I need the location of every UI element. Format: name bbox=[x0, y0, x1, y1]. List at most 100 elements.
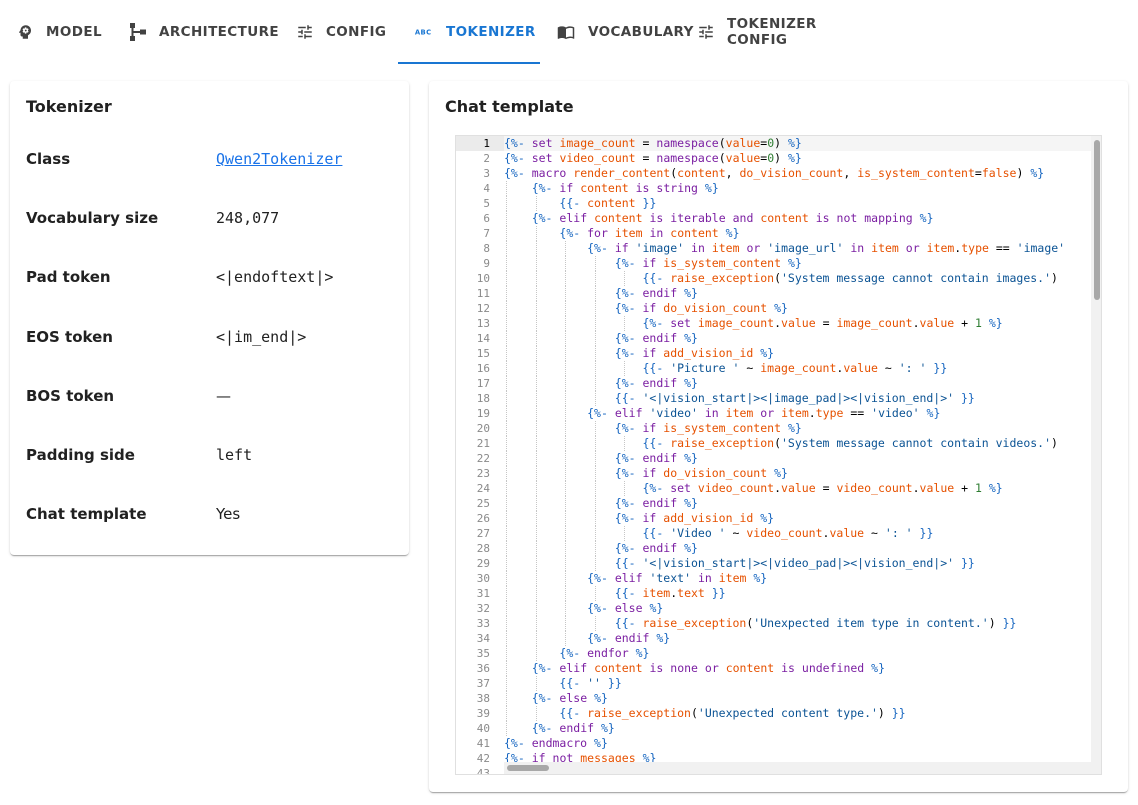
indent-guide bbox=[594, 586, 596, 601]
code-line: {{- raise_exception('Unexpected item typ… bbox=[504, 616, 1092, 631]
code-content[interactable]: {%- set image_count = namespace(value=0)… bbox=[504, 136, 1092, 764]
indent-guide bbox=[565, 571, 567, 586]
indent-guide bbox=[535, 301, 537, 316]
indent-guide bbox=[535, 481, 537, 496]
indent-guide bbox=[565, 496, 567, 511]
code-line: {{- item.text }} bbox=[504, 586, 1092, 601]
line-number: 6 bbox=[483, 212, 490, 225]
code-line: {{- '<|vision_start|><|image_pad|><|visi… bbox=[504, 391, 1092, 406]
tab-vocabulary[interactable]: VOCABULARY bbox=[540, 0, 693, 64]
code-line: {%- elif 'text' in item %} bbox=[504, 571, 1092, 586]
indent-guide bbox=[565, 301, 567, 316]
info-row-vocab-size: Vocabulary size 248,077 bbox=[26, 198, 386, 238]
line-number: 15 bbox=[476, 347, 490, 360]
horizontal-scrollbar[interactable] bbox=[504, 762, 1101, 774]
line-number: 2 bbox=[483, 152, 490, 165]
indent-guide bbox=[535, 616, 537, 631]
tab-tokenizer[interactable]: ABC TOKENIZER bbox=[398, 0, 540, 64]
code-line: {%- elif content is iterable and content… bbox=[504, 211, 1092, 226]
tab-label: VOCABULARY bbox=[588, 24, 694, 40]
code-editor[interactable]: 1 2 3 4 5 6 7 8 9 10 11 12 13 14 15 16 17 18 19 20 21 22 23 24 2… bbox=[455, 135, 1102, 775]
indent-guide bbox=[506, 256, 507, 271]
tab-bar: MODEL ARCHITECTURE CONFIG ABC TOKENIZER … bbox=[0, 0, 1138, 64]
indent-guide bbox=[506, 571, 507, 586]
line-number: 41 bbox=[476, 737, 490, 750]
indent-guide bbox=[565, 256, 567, 271]
indent-guide bbox=[535, 316, 537, 331]
indent-guide bbox=[506, 346, 507, 361]
indent-guide bbox=[506, 646, 507, 661]
indent-guide bbox=[535, 376, 537, 391]
indent-guide bbox=[565, 586, 567, 601]
indent-guide bbox=[565, 376, 567, 391]
tab-config[interactable]: CONFIG bbox=[280, 0, 398, 64]
code-line: {{- 'Picture ' ~ image_count.value ~ ': … bbox=[504, 361, 1092, 376]
code-line: {{- '<|vision_start|><|video_pad|><|visi… bbox=[504, 556, 1092, 571]
code-line: {%- endif %} bbox=[504, 376, 1092, 391]
code-line: {%- elif 'video' in item or item.type ==… bbox=[504, 406, 1092, 421]
tab-label: MODEL bbox=[46, 24, 102, 40]
line-number: 17 bbox=[476, 377, 490, 390]
indent-guide bbox=[535, 436, 537, 451]
indent-guide bbox=[506, 241, 507, 256]
code-line: {%- endif %} bbox=[504, 541, 1092, 556]
indent-guide bbox=[594, 511, 596, 526]
indent-guide bbox=[506, 181, 507, 196]
code-line: {%- for item in content %} bbox=[504, 226, 1092, 241]
indent-guide bbox=[506, 691, 507, 706]
line-number-gutter: 1 2 3 4 5 6 7 8 9 10 11 12 13 14 15 16 17 18 19 20 21 22 23 24 2… bbox=[456, 136, 504, 774]
line-number: 26 bbox=[476, 512, 490, 525]
indent-guide bbox=[594, 391, 596, 406]
line-number: 21 bbox=[476, 437, 490, 450]
info-row-pad-token: Pad token <|endoftext|> bbox=[26, 257, 386, 297]
indent-guide bbox=[535, 706, 537, 721]
code-line: {%- if do_vision_count %} bbox=[504, 466, 1092, 481]
vertical-scrollbar[interactable] bbox=[1091, 136, 1101, 764]
horizontal-scroll-thumb[interactable] bbox=[507, 765, 549, 771]
info-row-eos-token: EOS token <|im_end|> bbox=[26, 317, 386, 357]
indent-guide bbox=[506, 331, 507, 346]
indent-guide bbox=[506, 436, 507, 451]
tab-label: TOKENIZER bbox=[446, 24, 536, 40]
indent-guide bbox=[565, 601, 567, 616]
info-row-chat-template: Chat template Yes bbox=[26, 494, 386, 534]
indent-guide bbox=[594, 286, 596, 301]
line-number: 32 bbox=[476, 602, 490, 615]
indent-guide bbox=[535, 586, 537, 601]
info-value: <|im_end|> bbox=[216, 328, 307, 346]
indent-guide bbox=[506, 541, 507, 556]
line-number: 10 bbox=[476, 272, 490, 285]
indent-guide bbox=[565, 421, 567, 436]
line-number: 33 bbox=[476, 617, 490, 630]
indent-guide bbox=[535, 556, 537, 571]
indent-guide bbox=[506, 556, 507, 571]
indent-guide bbox=[565, 466, 567, 481]
indent-guide bbox=[535, 526, 537, 541]
indent-guide bbox=[535, 391, 537, 406]
code-line: {%- elif content is none or content is u… bbox=[504, 661, 1092, 676]
line-number: 16 bbox=[476, 362, 490, 375]
indent-guide bbox=[535, 241, 537, 256]
tokenizer-class-link[interactable]: Qwen2Tokenizer bbox=[216, 150, 342, 168]
vertical-scroll-thumb[interactable] bbox=[1094, 140, 1100, 300]
info-row-padding-side: Padding side left bbox=[26, 435, 386, 475]
tab-tokenizer-config[interactable]: TOKENIZER CONFIG bbox=[681, 0, 861, 64]
indent-guide bbox=[506, 466, 507, 481]
indent-guide bbox=[594, 616, 596, 631]
line-number: 5 bbox=[483, 197, 490, 210]
indent-guide bbox=[506, 601, 507, 616]
indent-guide bbox=[535, 451, 537, 466]
info-value: <|endoftext|> bbox=[216, 268, 334, 286]
indent-guide bbox=[565, 526, 567, 541]
tab-architecture[interactable]: ARCHITECTURE bbox=[113, 0, 280, 64]
indent-guide bbox=[535, 571, 537, 586]
indent-guide bbox=[506, 301, 507, 316]
indent-guide bbox=[506, 676, 507, 691]
abc-icon: ABC bbox=[414, 22, 434, 42]
architecture-icon bbox=[129, 22, 147, 42]
indent-guide bbox=[594, 481, 596, 496]
code-line: {%- else %} bbox=[504, 691, 1092, 706]
indent-guide bbox=[565, 391, 567, 406]
tab-model[interactable]: MODEL bbox=[0, 0, 113, 64]
indent-guide bbox=[506, 511, 507, 526]
